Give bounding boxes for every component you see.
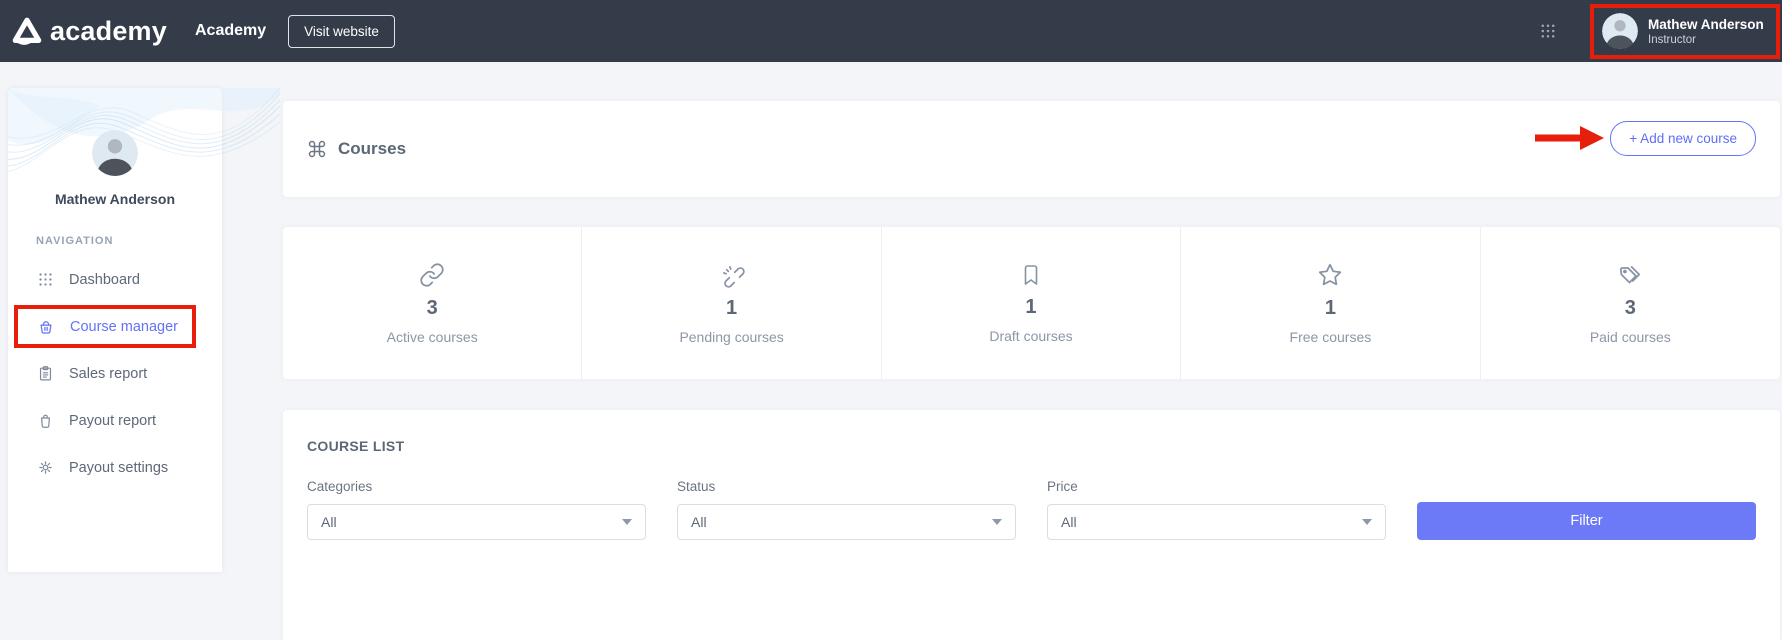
sidebar-item-label: Course manager: [70, 319, 178, 335]
select-value: All: [691, 514, 707, 530]
add-new-course-button[interactable]: + Add new course: [1610, 121, 1756, 156]
sidebar-item-payout-report[interactable]: Payout report: [8, 397, 222, 444]
stat-value: 1: [1025, 296, 1036, 319]
logo: academy: [12, 16, 167, 47]
basket-icon: [37, 318, 55, 336]
stat-label: Free courses: [1290, 329, 1372, 345]
link-icon: [419, 262, 445, 288]
page-header-card: Courses + Add new course: [283, 101, 1780, 197]
filter-button[interactable]: Filter: [1417, 502, 1756, 540]
sidebar-item-course-manager[interactable]: Course manager: [8, 303, 222, 350]
visit-website-button[interactable]: Visit website: [288, 15, 395, 48]
sidebar-item-dashboard[interactable]: Dashboard: [8, 256, 222, 303]
gear-icon: [37, 459, 54, 476]
stat-draft-courses: 1 Draft courses: [882, 227, 1181, 379]
stat-value: 3: [427, 297, 438, 320]
chevron-down-icon: [992, 519, 1002, 525]
star-icon: [1317, 262, 1343, 288]
chevron-down-icon: [1362, 519, 1372, 525]
stat-active-courses: 3 Active courses: [283, 227, 582, 379]
content-area: Mathew Anderson NAVIGATION Dashboard: [0, 62, 1782, 552]
filter-label: Status: [677, 479, 1016, 494]
select-value: All: [1061, 514, 1077, 530]
stat-value: 3: [1625, 297, 1636, 320]
avatar: [1602, 13, 1638, 49]
filter-label: Price: [1047, 479, 1386, 494]
filter-label: Categories: [307, 479, 646, 494]
site-name: Academy: [195, 22, 266, 40]
filter-categories: Categories All: [307, 479, 646, 540]
stat-value: 1: [1325, 297, 1336, 320]
select-value: All: [321, 514, 337, 530]
sidebar-item-label: Sales report: [69, 366, 147, 382]
stat-pending-courses: 1 Pending courses: [582, 227, 881, 379]
stat-label: Paid courses: [1590, 329, 1671, 345]
profile-annotation-box: Mathew Anderson Instructor: [1590, 4, 1780, 59]
user-profile[interactable]: Mathew Anderson Instructor: [1602, 13, 1764, 49]
apps-grid-icon[interactable]: [1539, 22, 1557, 40]
logo-text: academy: [50, 16, 167, 47]
sidebar-item-payout-settings[interactable]: Payout settings: [8, 444, 222, 491]
stat-label: Active courses: [387, 329, 478, 345]
grid-dots-icon: [37, 271, 54, 288]
stat-label: Draft courses: [989, 328, 1072, 344]
sidebar: Mathew Anderson NAVIGATION Dashboard: [8, 88, 222, 572]
sidebar-item-label: Dashboard: [69, 272, 140, 288]
filters-row: Categories All Status All Price: [307, 479, 1756, 540]
academy-logo-icon: [12, 16, 42, 46]
stat-paid-courses: 3 Paid courses: [1481, 227, 1780, 379]
course-list-card: COURSE LIST Categories All Status All: [283, 410, 1780, 640]
sidebar-item-sales-report[interactable]: Sales report: [8, 350, 222, 397]
chevron-down-icon: [622, 519, 632, 525]
arrow-annotation: [1535, 124, 1607, 152]
course-list-title: COURSE LIST: [307, 438, 1756, 454]
price-select[interactable]: All: [1047, 504, 1386, 540]
main-panel: Courses + Add new course: [283, 62, 1780, 640]
categories-select[interactable]: All: [307, 504, 646, 540]
topbar: academy Academy Visit website Mathew And…: [0, 0, 1782, 62]
status-select[interactable]: All: [677, 504, 1016, 540]
page-title-wrap: Courses: [307, 139, 406, 159]
nav-list: Dashboard Course manager: [8, 256, 222, 491]
stat-label: Pending courses: [679, 329, 783, 345]
course-stats-card: 3 Active courses 1 Pending courses: [283, 227, 1780, 379]
sidebar-item-label: Payout report: [69, 413, 156, 429]
sidebar-item-label: Payout settings: [69, 460, 168, 476]
stat-free-courses: 1 Free courses: [1181, 227, 1480, 379]
bag-icon: [37, 412, 54, 429]
clipboard-icon: [37, 365, 54, 382]
filter-price: Price All: [1047, 479, 1386, 540]
sidebar-user-name: Mathew Anderson: [8, 191, 222, 207]
tags-icon: [1617, 262, 1643, 288]
filter-status: Status All: [677, 479, 1016, 540]
profile-name: Mathew Anderson: [1648, 17, 1764, 32]
broken-link-icon: [719, 262, 745, 288]
sidebar-avatar: [92, 130, 138, 176]
page-title: Courses: [338, 139, 406, 159]
bookmark-icon: [1019, 263, 1043, 287]
profile-role: Instructor: [1648, 34, 1764, 46]
command-icon: [307, 139, 327, 159]
nav-section-label: NAVIGATION: [36, 235, 222, 247]
stat-value: 1: [726, 297, 737, 320]
